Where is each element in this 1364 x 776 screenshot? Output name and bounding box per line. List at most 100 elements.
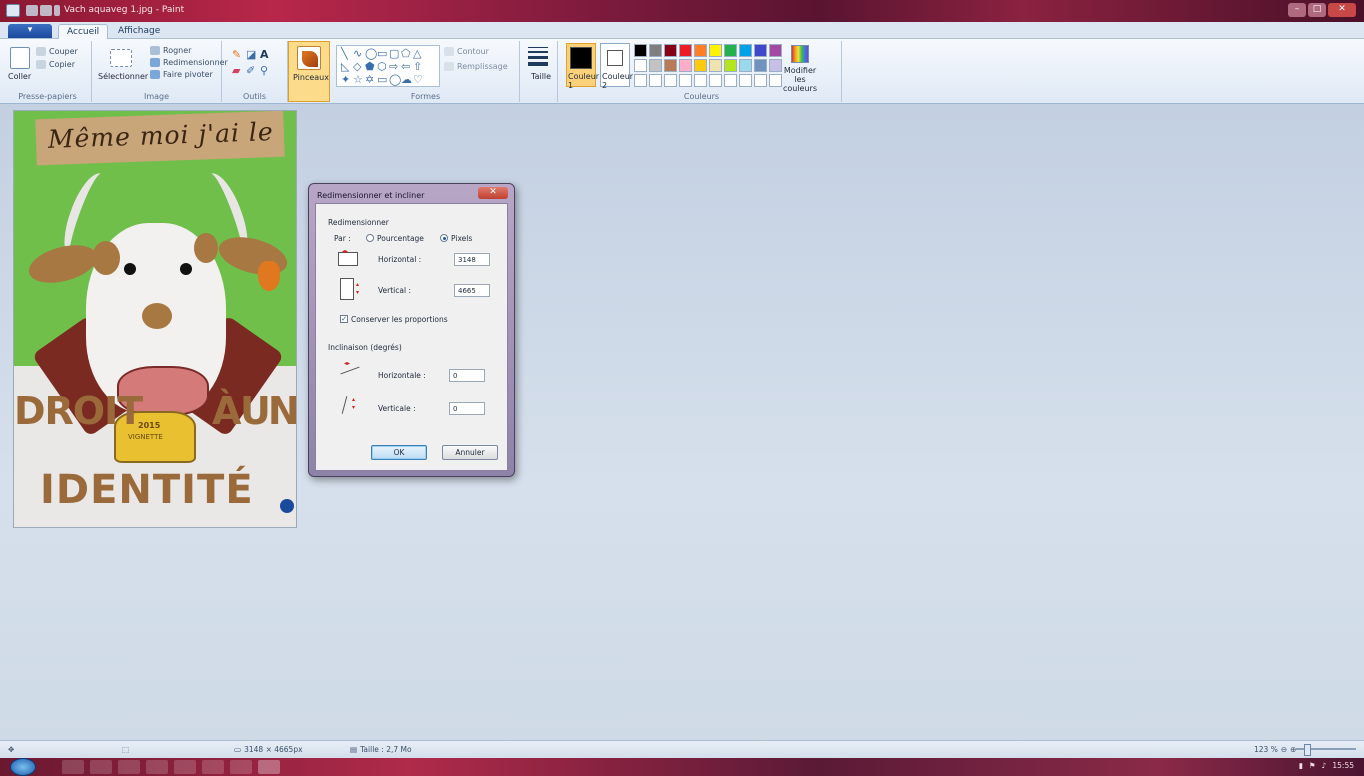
color-picker-icon[interactable]: ✐ [246, 65, 255, 76]
line-shape-icon[interactable]: ╲ [341, 48, 348, 59]
cloud-callout-shape-icon[interactable]: ☁ [401, 74, 412, 85]
rounded-rectangle-shape-icon[interactable]: ▢ [389, 48, 399, 59]
tab-affichage[interactable]: Affichage [110, 24, 168, 39]
resize-button[interactable]: Redimensionner [150, 58, 228, 67]
four-point-star-shape-icon[interactable]: ✦ [341, 74, 350, 85]
percent-radio[interactable] [366, 234, 374, 242]
paint-app-icon[interactable] [6, 4, 20, 17]
curve-shape-icon[interactable]: ∿ [353, 48, 362, 59]
select-icon[interactable] [110, 49, 132, 67]
redo-icon[interactable] [54, 5, 60, 16]
paste-icon[interactable] [10, 47, 30, 69]
taskbar-app-5[interactable] [174, 760, 196, 774]
eraser-icon[interactable]: ▰ [232, 65, 240, 76]
palette-color-swatch[interactable] [754, 44, 767, 57]
palette-color-swatch[interactable] [634, 44, 647, 57]
palette-color-swatch[interactable] [709, 44, 722, 57]
palette-color-swatch[interactable] [649, 44, 662, 57]
triangle-shape-icon[interactable]: △ [413, 48, 421, 59]
horizontal-input[interactable]: 3148 [454, 253, 490, 266]
right-triangle-shape-icon[interactable]: ◺ [341, 61, 349, 72]
palette-color-swatch[interactable] [724, 74, 737, 87]
taskbar-app-6[interactable] [202, 760, 224, 774]
rectangle-shape-icon[interactable]: ▭ [377, 48, 387, 59]
close-button[interactable]: ✕ [1328, 3, 1356, 17]
diamond-shape-icon[interactable]: ◇ [353, 61, 361, 72]
pixels-radio[interactable] [440, 234, 448, 242]
file-menu-button[interactable]: ▾ [8, 24, 52, 38]
skew-vertical-input[interactable]: 0 [449, 402, 485, 415]
five-point-star-shape-icon[interactable]: ☆ [353, 74, 363, 85]
rotate-button[interactable]: Faire pivoter [150, 70, 213, 79]
up-arrow-shape-icon[interactable]: ⇧ [413, 61, 422, 72]
palette-color-swatch[interactable] [739, 44, 752, 57]
left-arrow-shape-icon[interactable]: ⇦ [401, 61, 410, 72]
flag-icon[interactable]: ⚑ [1309, 761, 1316, 770]
palette-color-swatch[interactable] [634, 59, 647, 72]
paste-button[interactable]: Coller [8, 72, 31, 81]
undo-icon[interactable] [40, 5, 52, 16]
palette-color-swatch[interactable] [724, 44, 737, 57]
palette-color-swatch[interactable] [709, 74, 722, 87]
brushes-group[interactable]: Pinceaux [288, 41, 330, 102]
palette-color-swatch[interactable] [679, 44, 692, 57]
cut-button[interactable]: Couper [36, 47, 78, 56]
taskbar-app-explorer[interactable] [90, 760, 112, 774]
palette-color-swatch[interactable] [679, 59, 692, 72]
volume-icon[interactable]: ♪ [1322, 761, 1327, 770]
save-icon[interactable] [26, 5, 38, 16]
image-canvas[interactable]: Même moi j'ai le 2015 VIGNETTE DROIT À U… [13, 110, 297, 528]
six-point-star-shape-icon[interactable]: ✡ [365, 74, 374, 85]
palette-color-swatch[interactable] [739, 59, 752, 72]
edit-colors-button[interactable]: Modifier les couleurs [780, 45, 820, 93]
crop-button[interactable]: Rogner [150, 46, 191, 55]
outline-button[interactable]: Contour [444, 47, 489, 56]
palette-color-swatch[interactable] [754, 59, 767, 72]
maximize-button[interactable]: □ [1308, 3, 1326, 17]
hexagon-shape-icon[interactable]: ⬡ [377, 61, 387, 72]
palette-color-swatch[interactable] [724, 59, 737, 72]
magnifier-icon[interactable]: ⚲ [260, 65, 268, 76]
select-button[interactable]: Sélectionner [98, 72, 148, 81]
zoom-out-icon[interactable]: ⊖ [1281, 745, 1287, 754]
size-group[interactable]: Taille [522, 41, 558, 102]
tab-accueil[interactable]: Accueil [58, 24, 109, 39]
right-arrow-shape-icon[interactable]: ⇨ [389, 61, 398, 72]
heart-shape-icon[interactable]: ♡ [413, 74, 423, 85]
pentagon-shape-icon[interactable]: ⬟ [365, 61, 375, 72]
start-button[interactable] [10, 758, 36, 776]
palette-color-swatch[interactable] [649, 74, 662, 87]
palette-color-swatch[interactable] [694, 74, 707, 87]
palette-color-swatch[interactable] [664, 59, 677, 72]
keep-ratio-checkbox[interactable]: ✓ [340, 315, 348, 323]
oval-callout-shape-icon[interactable]: ◯ [389, 74, 401, 85]
cancel-button[interactable]: Annuler [442, 445, 498, 460]
text-icon[interactable]: A [260, 49, 269, 60]
palette-color-swatch[interactable] [664, 74, 677, 87]
palette-color-swatch[interactable] [754, 74, 767, 87]
callout-shape-icon[interactable]: ▭ [377, 74, 387, 85]
fill-icon[interactable]: ◪ [246, 49, 256, 60]
palette-color-swatch[interactable] [664, 44, 677, 57]
color2-selector[interactable]: Couleur 2 [600, 43, 633, 90]
minimize-button[interactable]: – [1288, 3, 1306, 17]
copy-button[interactable]: Copier [36, 60, 75, 69]
palette-color-swatch[interactable] [634, 74, 647, 87]
network-icon[interactable]: ▮ [1299, 761, 1303, 770]
ok-button[interactable]: OK [371, 445, 427, 460]
pencil-icon[interactable]: ✎ [232, 49, 241, 60]
palette-color-swatch[interactable] [709, 59, 722, 72]
taskbar-app-media[interactable] [118, 760, 140, 774]
oval-shape-icon[interactable]: ◯ [365, 48, 377, 59]
palette-color-swatch[interactable] [694, 59, 707, 72]
clock[interactable]: 15:55 [1332, 761, 1354, 770]
fill-button[interactable]: Remplissage [444, 62, 508, 71]
taskbar-app-7[interactable] [230, 760, 252, 774]
palette-color-swatch[interactable] [649, 59, 662, 72]
polygon-shape-icon[interactable]: ⬠ [401, 48, 411, 59]
palette-color-swatch[interactable] [679, 74, 692, 87]
taskbar-app-paint[interactable] [258, 760, 280, 774]
palette-color-swatch[interactable] [694, 44, 707, 57]
skew-horizontal-input[interactable]: 0 [449, 369, 485, 382]
taskbar-app-4[interactable] [146, 760, 168, 774]
